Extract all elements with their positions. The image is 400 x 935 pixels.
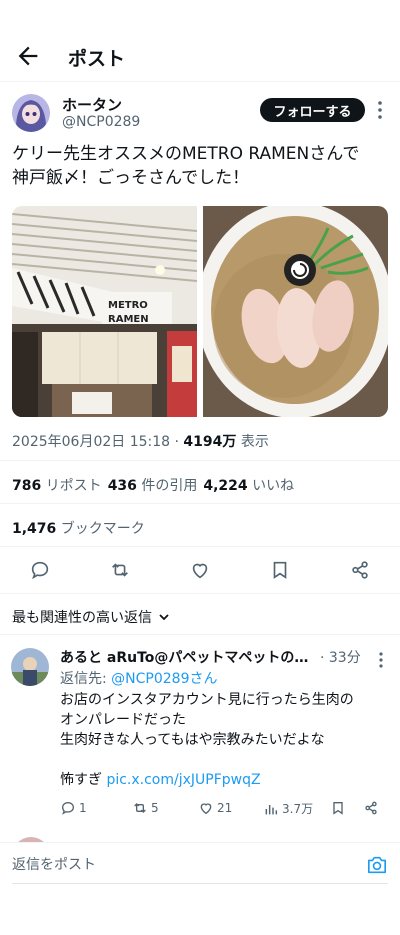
reply-text-line: お店のインスタアカウント見に行ったら生肉の (60, 692, 354, 708)
heart-icon[interactable] (189, 559, 211, 581)
compose-divider (12, 883, 388, 884)
reply-author-name[interactable]: あると aRuTo@パペットマペットの… (60, 647, 320, 667)
reply-likes-count: 21 (217, 801, 233, 815)
bookmarks-label: ブックマーク (60, 521, 145, 537)
author-name[interactable]: ホータン (62, 94, 122, 115)
divider (0, 593, 400, 594)
reply-icon[interactable] (29, 559, 51, 581)
post-text-line: 神戸飯〆！ごっそさんでした！ (12, 168, 250, 188)
post-timestamp[interactable]: 2025年06月02日 15:18 (12, 434, 170, 450)
divider (0, 460, 400, 461)
reply-action-bar: 1 5 21 3.7万 (60, 800, 385, 818)
reply-time[interactable]: · 33分 (320, 647, 361, 667)
sign-text: RAMEN (108, 314, 149, 325)
views-label: 表示 (240, 434, 269, 450)
reply-to-handle[interactable]: @NCP0289さん (111, 671, 217, 687)
reply-icon (61, 801, 75, 815)
divider (0, 634, 400, 635)
next-reply-peek[interactable] (12, 832, 392, 842)
camera-icon[interactable] (366, 855, 388, 875)
heart-icon (200, 803, 212, 815)
reply-compose-input[interactable]: 返信をポスト (12, 854, 96, 874)
more-vertical-icon[interactable] (372, 99, 388, 121)
reply-context: 返信先: @NCP0289さん (60, 668, 218, 688)
author-avatar[interactable] (12, 94, 50, 132)
reply-to-prefix: 返信先: (60, 671, 112, 687)
reply-media-link[interactable]: pic.x.com/jxJUPFpwqZ (106, 772, 260, 788)
post-meta: 2025年06月02日 15:18 · 4194万 表示 (12, 431, 269, 451)
reply-views-count: 3.7万 (282, 802, 314, 816)
page-title: ポスト (68, 48, 126, 70)
reposts-label: リポスト (45, 478, 102, 494)
likes-stat[interactable]: 4,224 いいね (203, 475, 294, 495)
divider (0, 546, 400, 547)
engagement-stats: 786 リポスト 436 件の引用 4,224 いいね (12, 475, 294, 495)
reply-like-button[interactable]: 21 (198, 800, 232, 816)
reply-avatar[interactable] (11, 648, 49, 686)
post-image-storefront[interactable]: METRO RAMEN (12, 206, 197, 417)
post-text: ケリー先生オススメのMETRO RAMENさんで 神戸飯〆！ごっそさんでした！ (12, 142, 392, 190)
repost-icon (134, 803, 146, 813)
bookmarks-count: 1,476 (12, 521, 57, 537)
reposts-stat[interactable]: 786 リポスト (12, 475, 102, 495)
quotes-count: 436 (107, 478, 137, 494)
sign-text: METRO (108, 300, 148, 311)
meta-separator: · (174, 434, 179, 450)
reply-reposts-count: 5 (151, 801, 159, 815)
bar-chart-icon (265, 804, 278, 814)
share-icon[interactable] (349, 559, 371, 581)
reply-reply-button[interactable]: 1 (60, 800, 87, 816)
follow-button[interactable]: フォローする (260, 98, 365, 122)
chevron-down-icon (159, 614, 169, 621)
reply-text-prefix: 怖すぎ (60, 772, 107, 788)
likes-label: いいね (252, 478, 295, 494)
reply-repost-button[interactable]: 5 (132, 800, 159, 816)
replies-sort-dropdown[interactable]: 最も関連性の高い返信 (12, 607, 170, 627)
quotes-label: 件の引用 (141, 478, 198, 494)
bookmark-icon[interactable] (269, 559, 291, 581)
reply-views-button[interactable]: 3.7万 (263, 800, 313, 817)
post-text-line: ケリー先生オススメのMETRO RAMENさんで (12, 144, 360, 164)
views-count: 4194万 (183, 434, 237, 450)
reply-text-line: 怖すぎ pic.x.com/jxJUPFpwqZ (60, 770, 261, 790)
repost-icon[interactable] (109, 559, 131, 581)
divider (0, 503, 400, 504)
bookmarks-stat[interactable]: 1,476 ブックマーク (12, 518, 145, 538)
likes-count: 4,224 (203, 478, 248, 494)
replies-sort-label: 最も関連性の高い返信 (12, 610, 152, 626)
reply-replies-count: 1 (79, 801, 87, 815)
bookmark-icon[interactable] (330, 800, 346, 816)
arrow-left-icon[interactable] (14, 42, 42, 70)
quotes-stat[interactable]: 436 件の引用 (108, 475, 198, 495)
top-header (0, 0, 400, 82)
more-vertical-icon[interactable] (374, 650, 388, 670)
reply-text-line: オンパレードだった (60, 712, 186, 728)
author-handle[interactable]: @NCP0289 (62, 114, 140, 130)
reply-text-line: 生肉好きな人ってもはや宗教みたいだよな (60, 732, 325, 748)
reposts-count: 786 (12, 478, 42, 494)
share-icon[interactable] (363, 800, 379, 816)
post-image-ramen[interactable] (203, 206, 388, 417)
